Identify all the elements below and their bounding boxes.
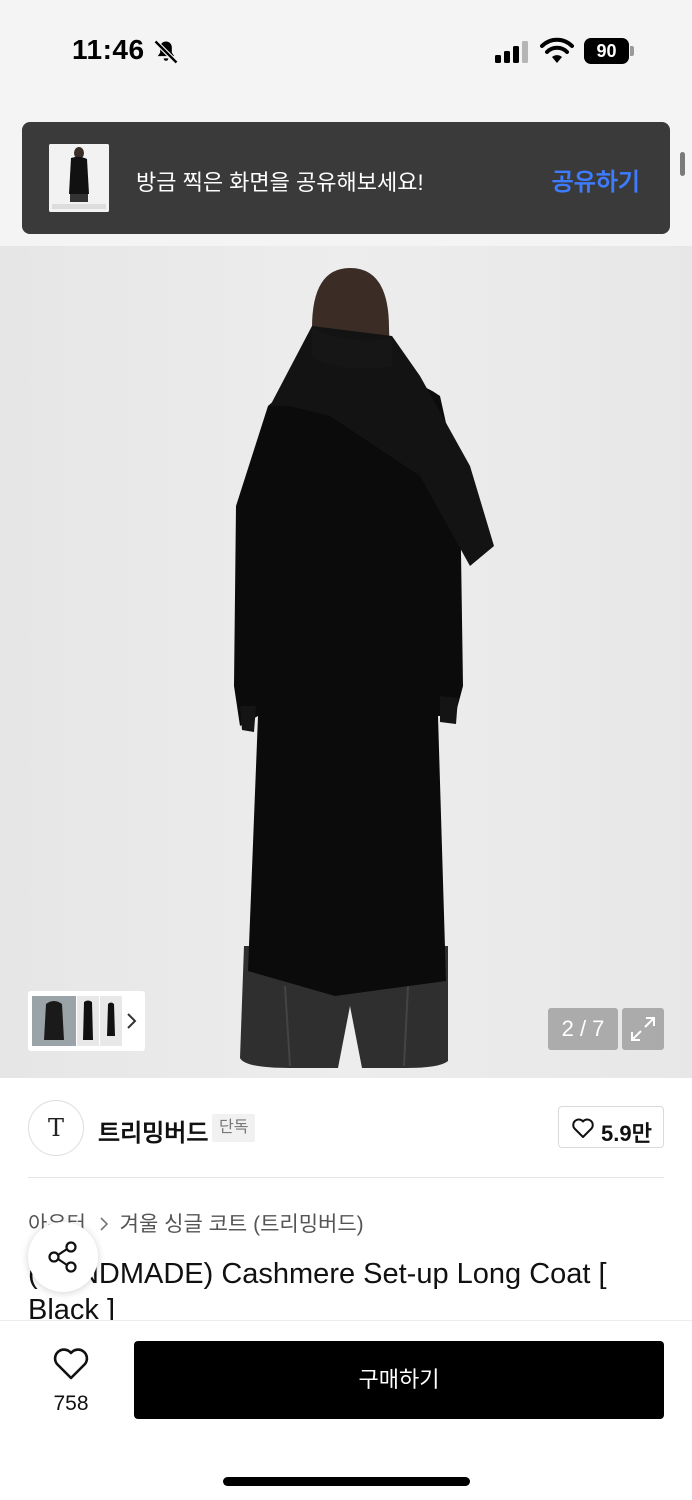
brand-like-count: 5.9만 [601, 1121, 652, 1146]
scrollbar[interactable] [680, 152, 685, 176]
cellular-signal-icon [495, 41, 528, 63]
battery-level: 90 [584, 38, 629, 64]
buy-button[interactable]: 구매하기 [134, 1341, 664, 1419]
chevron-right-icon[interactable] [124, 1011, 138, 1031]
share-screenshot-toast: 방금 찍은 화면을 공유해보세요! 공유하기 [22, 122, 670, 234]
share-icon [48, 1241, 77, 1273]
bottom-action-bar: 758 구매하기 [0, 1320, 692, 1500]
thumbnail-1[interactable] [32, 996, 76, 1046]
thumbnail-strip[interactable] [28, 991, 145, 1051]
thumbnail-2[interactable] [77, 996, 99, 1046]
breadcrumb-subcategory[interactable]: 겨울 싱글 코트 (트리밍버드) [120, 1213, 364, 1236]
brand-logo[interactable]: T [28, 1100, 84, 1156]
battery-icon: 90 [584, 38, 634, 64]
wishlist-count: 758 [53, 1392, 89, 1415]
toast-share-button[interactable]: 공유하기 [552, 162, 640, 197]
product-title-clip: (HANDMADE) Cashmere Set-up Long Coat [ B… [0, 1256, 692, 1320]
bell-slash-icon [153, 39, 179, 65]
wifi-icon [540, 37, 574, 63]
chevron-right-icon [100, 1217, 108, 1231]
status-bar: 11:46 90 [0, 0, 692, 100]
brand-name[interactable]: 트리밍버드 [98, 1113, 208, 1148]
share-button[interactable] [28, 1222, 98, 1292]
brand-row: T 트리밍버드 단독 5.9만 [28, 1100, 664, 1158]
home-indicator[interactable] [223, 1477, 470, 1486]
exclusive-badge: 단독 [212, 1114, 256, 1142]
image-counter: 2 / 7 [548, 1008, 618, 1050]
screenshot-thumbnail[interactable] [49, 144, 109, 212]
screenshot-preview-image [49, 144, 109, 212]
divider [28, 1177, 664, 1178]
product-image-gallery[interactable]: 2 / 7 [0, 246, 692, 1078]
product-photo [234, 268, 494, 1068]
heart-icon [53, 1348, 89, 1380]
brand-like-button[interactable]: 5.9만 [558, 1106, 664, 1148]
expand-icon[interactable] [622, 1008, 664, 1050]
thumbnail-3[interactable] [100, 996, 122, 1046]
product-title: (HANDMADE) Cashmere Set-up Long Coat [ B… [28, 1258, 607, 1320]
toast-message: 방금 찍은 화면을 공유해보세요! [136, 170, 424, 195]
status-time: 11:46 [72, 34, 145, 65]
wishlist-button[interactable]: 758 [42, 1345, 100, 1435]
battery-cap [630, 46, 634, 56]
heart-icon [572, 1118, 594, 1138]
